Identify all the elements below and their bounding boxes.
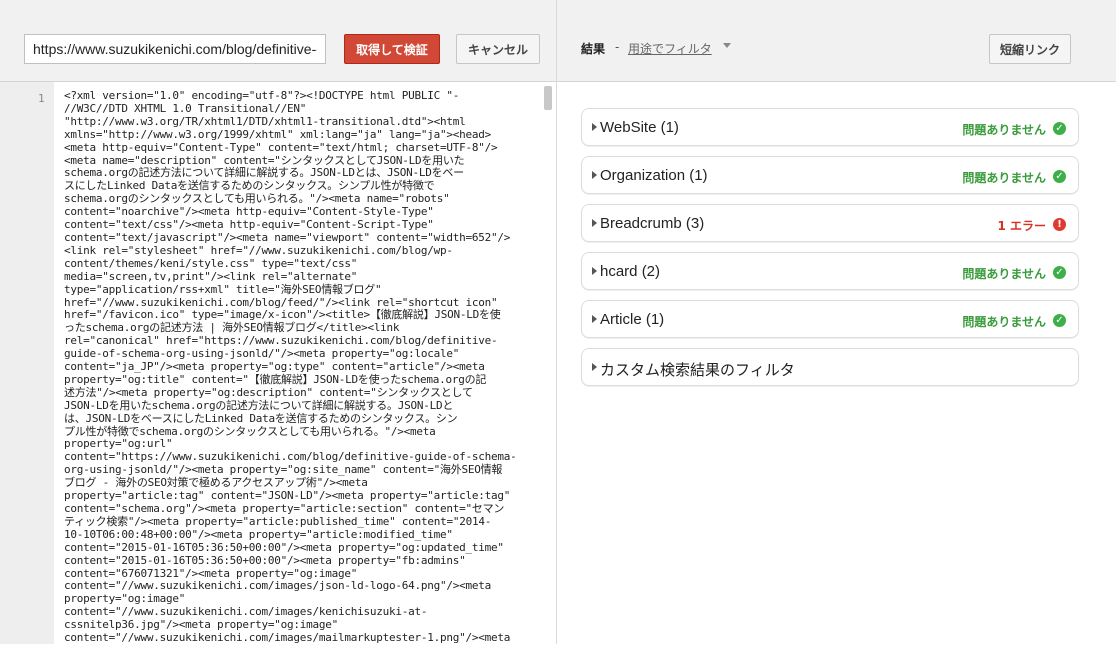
caret-down-icon[interactable]: [723, 43, 731, 48]
status-text: 問題ありません: [962, 267, 1046, 281]
caret-right-icon: [592, 219, 597, 227]
result-title: Breadcrumb (3): [600, 215, 705, 232]
status-text: 1 エラー: [997, 219, 1046, 233]
result-title: Article (1): [600, 311, 665, 328]
result-item-website[interactable]: WebSite (1) 問題ありません ✓: [581, 108, 1079, 146]
result-item-breadcrumb[interactable]: Breadcrumb (3) 1 エラー !: [581, 204, 1079, 242]
source-toolbar: 取得して検証 キャンセル: [0, 0, 556, 82]
exclamation-circle-icon: !: [1053, 218, 1066, 231]
status-text: 問題ありません: [962, 315, 1046, 329]
source-panel: 取得して検証 キャンセル 1 <?xml version="1.0" encod…: [0, 0, 557, 644]
check-circle-icon: ✓: [1053, 266, 1066, 279]
caret-right-icon: [592, 315, 597, 323]
check-circle-icon: ✓: [1053, 170, 1066, 183]
editor-scrollbar[interactable]: [544, 86, 552, 110]
result-title: カスタム検索結果のフィルタ: [600, 362, 795, 379]
line-number-gutter: 1: [0, 82, 54, 644]
caret-right-icon: [592, 363, 597, 371]
source-code[interactable]: <?xml version="1.0" encoding="utf-8"?><!…: [64, 89, 542, 645]
result-title: WebSite (1): [600, 119, 679, 136]
result-item-article[interactable]: Article (1) 問題ありません ✓: [581, 300, 1079, 338]
result-item-organization[interactable]: Organization (1) 問題ありません ✓: [581, 156, 1079, 194]
separator: -: [615, 40, 620, 54]
results-panel: 結果 - 用途でフィルタ 短縮リンク WebSite (1) 問題ありません ✓…: [557, 0, 1116, 644]
results-toolbar: 結果 - 用途でフィルタ 短縮リンク: [557, 0, 1116, 82]
result-title: hcard (2): [600, 263, 661, 280]
result-item-custom-search-filter[interactable]: カスタム検索結果のフィルタ: [581, 348, 1079, 386]
filter-by-use-dropdown[interactable]: 用途でフィルタ: [628, 40, 712, 57]
check-circle-icon: ✓: [1053, 122, 1066, 135]
fetch-and-validate-button[interactable]: 取得して検証: [344, 34, 440, 64]
cancel-button[interactable]: キャンセル: [456, 34, 540, 64]
line-number: 1: [38, 92, 45, 105]
results-label: 結果: [581, 42, 606, 56]
url-input[interactable]: [24, 34, 326, 64]
result-title: Organization (1): [600, 167, 708, 184]
status-text: 問題ありません: [962, 171, 1046, 185]
status-text: 問題ありません: [962, 123, 1046, 137]
short-link-button[interactable]: 短縮リンク: [989, 34, 1071, 64]
caret-right-icon: [592, 267, 597, 275]
result-item-hcard[interactable]: hcard (2) 問題ありません ✓: [581, 252, 1079, 290]
caret-right-icon: [592, 123, 597, 131]
caret-right-icon: [592, 171, 597, 179]
code-editor[interactable]: 1 <?xml version="1.0" encoding="utf-8"?>…: [0, 82, 556, 644]
check-circle-icon: ✓: [1053, 314, 1066, 327]
